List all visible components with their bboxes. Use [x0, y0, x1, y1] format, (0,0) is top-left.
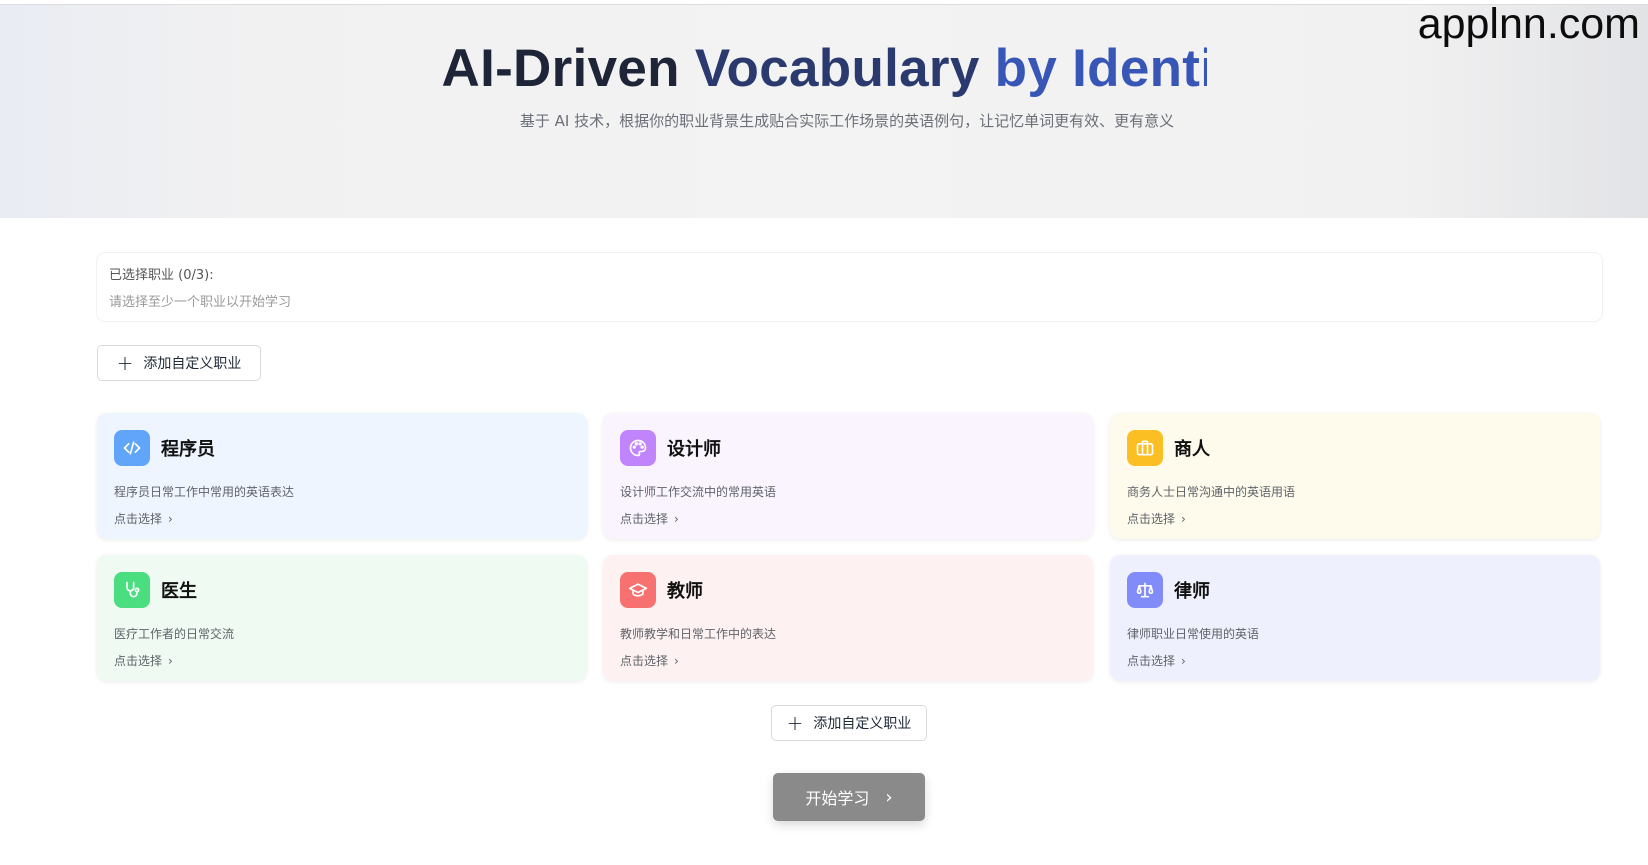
select-action-label: 点击选择	[1127, 654, 1176, 668]
profession-description: 程序员日常工作中常用的英语表达	[114, 485, 295, 499]
chevron-right-icon: ›	[168, 654, 173, 668]
chevron-right-icon: ›	[674, 654, 679, 668]
select-action: 点击选择 ›	[114, 510, 173, 527]
add-custom-profession-label: 添加自定义职业	[813, 716, 912, 732]
code-icon	[114, 430, 150, 466]
hero-title-part-2: Vocabulary	[694, 39, 995, 98]
select-action: 点击选择 ›	[620, 652, 679, 669]
profession-description: 教师教学和日常工作中的表达	[620, 627, 777, 641]
profession-title: 设计师	[667, 439, 721, 460]
profession-card-businessman[interactable]: 商人 商务人士日常沟通中的英语用语 点击选择 ›	[1110, 413, 1600, 539]
profession-title: 程序员	[161, 439, 215, 460]
add-custom-profession-label: 添加自定义职业	[143, 356, 242, 372]
hero-subtitle: 基于 AI 技术，根据你的职业背景生成贴合实际工作场景的英语例句，让记忆单词更有…	[519, 112, 1175, 130]
scales-icon	[1127, 572, 1163, 608]
select-action-label: 点击选择	[620, 654, 669, 668]
select-action: 点击选择 ›	[1127, 510, 1186, 527]
chevron-right-icon: ›	[1181, 512, 1186, 526]
palette-icon	[620, 430, 656, 466]
start-learning-button[interactable]: 开始学习 ›	[773, 773, 925, 821]
plus-icon: +	[116, 351, 134, 375]
profession-title: 医生	[161, 581, 197, 602]
select-action-label: 点击选择	[1127, 512, 1176, 526]
graduation-cap-icon	[620, 572, 656, 608]
select-action-label: 点击选择	[620, 512, 669, 526]
chevron-right-icon: ›	[1181, 654, 1186, 668]
profession-card-doctor[interactable]: 医生 医疗工作者的日常交流 点击选择 ›	[97, 555, 587, 681]
add-custom-profession-button-bottom[interactable]: + 添加自定义职业	[771, 705, 927, 741]
profession-description: 商务人士日常沟通中的英语用语	[1127, 485, 1296, 499]
select-action: 点击选择 ›	[114, 652, 173, 669]
hero-title-part-1: AI-Driven	[441, 39, 695, 98]
profession-card-designer[interactable]: 设计师 设计师工作交流中的常用英语 点击选择 ›	[603, 413, 1093, 539]
profession-title: 教师	[667, 581, 703, 602]
profession-card-lawyer[interactable]: 律师 律师职业日常使用的英语 点击选择 ›	[1110, 555, 1600, 681]
hero-title: AI-Driven Vocabulary by Identit	[0, 38, 1648, 99]
profession-description: 医疗工作者的日常交流	[114, 627, 235, 641]
select-action-label: 点击选择	[114, 512, 163, 526]
chevron-right-icon: ›	[168, 512, 173, 526]
watermark: applnn.com	[1417, 0, 1640, 48]
profession-description: 设计师工作交流中的常用英语	[620, 485, 777, 499]
plus-icon: +	[786, 711, 804, 735]
stethoscope-icon	[114, 572, 150, 608]
chevron-right-icon: ›	[885, 786, 893, 808]
select-action-label: 点击选择	[114, 654, 163, 668]
selected-count-label: 已选择职业 (0/3):	[109, 268, 214, 283]
profession-title: 律师	[1174, 581, 1210, 602]
selection-hint: 请选择至少一个职业以开始学习	[109, 295, 292, 310]
start-learning-label: 开始学习	[805, 789, 870, 808]
add-custom-profession-button[interactable]: + 添加自定义职业	[97, 345, 261, 381]
profession-title: 商人	[1174, 439, 1210, 460]
select-action: 点击选择 ›	[620, 510, 679, 527]
selected-professions-panel: 已选择职业 (0/3): 请选择至少一个职业以开始学习	[97, 253, 1602, 321]
chevron-right-icon: ›	[674, 512, 679, 526]
profession-card-teacher[interactable]: 教师 教师教学和日常工作中的表达 点击选择 ›	[603, 555, 1093, 681]
profession-description: 律师职业日常使用的英语	[1127, 627, 1260, 641]
profession-card-programmer[interactable]: 程序员 程序员日常工作中常用的英语表达 点击选择 ›	[97, 413, 587, 539]
hero-banner: AI-Driven Vocabulary by Identit 基于 AI 技术…	[0, 4, 1648, 218]
briefcase-icon	[1127, 430, 1163, 466]
hero-title-part-3: by Identit	[994, 39, 1207, 98]
select-action: 点击选择 ›	[1127, 652, 1186, 669]
